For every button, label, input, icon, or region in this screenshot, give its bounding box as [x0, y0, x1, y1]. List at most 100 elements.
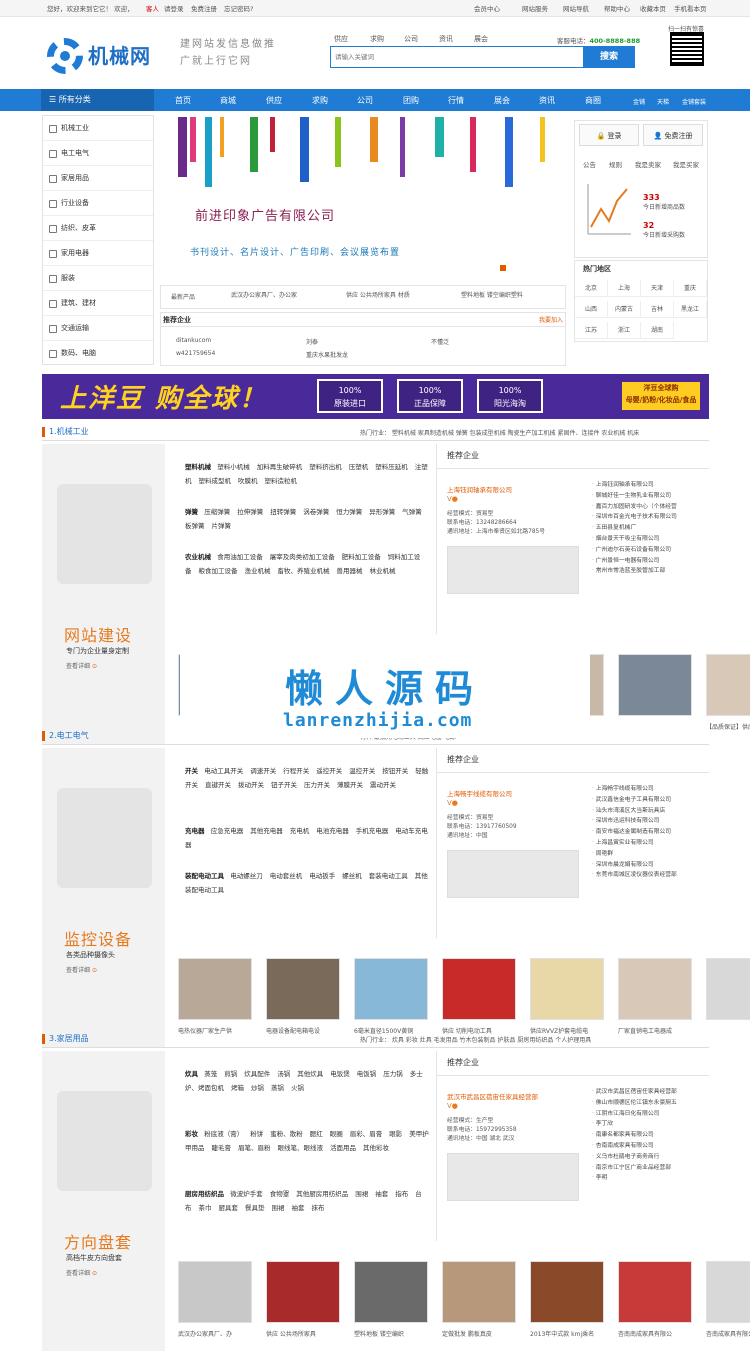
forgot-password-link[interactable]: 忘记密码? — [224, 3, 253, 13]
category-link[interactable]: 茶巾 — [199, 1204, 212, 1212]
sidebar-item-appliance[interactable]: 家用电器 — [43, 241, 153, 266]
category-link[interactable]: 蜜粉、散粉 — [270, 1130, 303, 1138]
promo-more[interactable]: 查看详细 ⊙ — [66, 965, 97, 974]
company-link[interactable]: 常州市常浩蓝圣胶管加工部 — [592, 566, 677, 577]
category-link[interactable]: 餐具垫 — [245, 1204, 265, 1212]
category-link[interactable]: 烤箱 — [231, 1084, 244, 1092]
category-link[interactable]: 腮红 — [310, 1130, 323, 1138]
search-input[interactable] — [331, 47, 581, 67]
recommend-item[interactable]: 刘泰 — [306, 337, 318, 346]
product-caption[interactable]: 供应 切削电动工具 — [442, 1026, 522, 1035]
category-link[interactable]: 塑料小机械 — [217, 463, 250, 471]
section-promo[interactable]: 方向盘套 高档牛皮方向盘套 查看详细 ⊙ — [42, 1051, 165, 1351]
city-item[interactable]: 山西 — [575, 301, 608, 318]
nav-home[interactable]: 首页 — [175, 95, 191, 106]
company-link[interactable]: 南康名都家具有限公司 — [592, 1130, 677, 1141]
category-link[interactable]: 电动套丝机 — [270, 872, 303, 880]
new-product-item[interactable]: 供应 公共场所家具 材质 — [346, 290, 410, 299]
mobile-link[interactable]: 手机看本页 — [674, 3, 707, 13]
section-promo[interactable]: 监控设备 各类品种摄像头 查看详细 ⊙ — [42, 748, 165, 1048]
tab-rules[interactable]: 规则 — [609, 159, 622, 169]
category-link[interactable]: 遥控开关 — [316, 767, 342, 775]
product-caption[interactable]: 供应 公共场所家具 — [266, 1329, 346, 1338]
category-link[interactable]: 加料再生破碎机 — [257, 463, 303, 471]
company-link[interactable]: 江阴市江海日化有限公司 — [592, 1109, 677, 1120]
category-link[interactable]: 肥料加工设备 — [342, 553, 381, 561]
login-button[interactable]: 🔒 登录 — [579, 124, 639, 146]
product-caption[interactable]: 武汉办公家具厂、办 — [178, 1329, 258, 1338]
category-link[interactable]: 塑料挤出机 — [309, 463, 342, 471]
product-caption[interactable]: 电热仪器厂家生产供 — [178, 1026, 258, 1035]
category-link[interactable]: 围裙 — [272, 1204, 285, 1212]
category-link[interactable]: 异形弹簧 — [369, 508, 395, 516]
city-item[interactable]: 湖南 — [641, 322, 674, 339]
nav-ladder[interactable]: 天梯 — [657, 97, 669, 106]
category-link[interactable]: 粉饼 — [250, 1130, 263, 1138]
category-link[interactable]: 塑料造粒机 — [265, 477, 298, 485]
nav-groupbuy[interactable]: 团购 — [403, 95, 419, 106]
nav-mall[interactable]: 商城 — [220, 95, 236, 106]
member-center-link[interactable]: 会员中心 — [474, 3, 500, 13]
category-link[interactable]: 压缩弹簧 — [204, 508, 230, 516]
all-categories-button[interactable]: ☰ 所有分类 — [41, 89, 154, 111]
category-heading[interactable]: 炊具 — [185, 1070, 198, 1078]
category-link[interactable]: 林业机械 — [370, 567, 396, 575]
tab-notice[interactable]: 公告 — [583, 159, 596, 169]
category-heading[interactable]: 充电器 — [185, 827, 205, 835]
product-thumbnail[interactable] — [530, 958, 604, 1020]
nav-expo[interactable]: 展会 — [494, 95, 510, 106]
search-tab-expo[interactable]: 展会 — [474, 34, 488, 44]
city-item[interactable]: 天津 — [641, 280, 674, 297]
product-caption[interactable]: 塑料地板 镂空编织 — [354, 1329, 434, 1338]
category-link[interactable]: 抹布 — [312, 1204, 325, 1212]
section-hot-links[interactable]: 热门行业： 塑料机械 家具制造机械 弹簧 包装成型机械 陶瓷生产加工机械 紧固件… — [360, 428, 639, 437]
category-link[interactable]: 屠宰及肉类初加工设备 — [270, 553, 335, 561]
category-link[interactable]: 畜牧、养殖业机械 — [278, 567, 330, 575]
category-link[interactable]: 温控开关 — [349, 767, 375, 775]
category-link[interactable]: 眼影 — [389, 1130, 402, 1138]
category-link[interactable]: 调速开关 — [250, 767, 276, 775]
company-photo[interactable] — [447, 546, 579, 594]
company-link[interactable]: 东莞市南城区凌仪器仪表经营部 — [592, 870, 677, 881]
register-button[interactable]: 👤 免费注册 — [643, 124, 703, 146]
category-link[interactable]: 行程开关 — [283, 767, 309, 775]
city-item[interactable]: 吉林 — [641, 301, 674, 318]
tab-seller[interactable]: 我是卖家 — [635, 159, 661, 169]
section-title[interactable]: 1.机械工业 — [42, 427, 89, 437]
category-link[interactable]: 厨具套 — [219, 1204, 239, 1212]
sidebar-item-clothing[interactable]: 服装 — [43, 266, 153, 291]
product-thumbnail[interactable] — [618, 958, 692, 1020]
sidebar-item-textile[interactable]: 纺织、皮革 — [43, 216, 153, 241]
category-link[interactable]: 眉彩、眉膏 — [350, 1130, 383, 1138]
category-heading[interactable]: 开关 — [185, 767, 198, 775]
nav-news[interactable]: 资讯 — [539, 95, 555, 106]
promo-more[interactable]: 查看详细 ⊙ — [66, 1268, 97, 1277]
category-heading[interactable]: 弹簧 — [185, 508, 198, 516]
sidebar-item-electrical[interactable]: 电工电气 — [43, 141, 153, 166]
sidebar-item-equipment[interactable]: 行业设备 — [43, 191, 153, 216]
category-link[interactable]: 眼圈 — [330, 1130, 343, 1138]
category-heading[interactable]: 彩妆 — [185, 1130, 198, 1138]
category-link[interactable]: 指布 — [395, 1190, 408, 1198]
section-promo[interactable]: 网站建设 专门为企业量身定制 查看详细 ⊙ — [42, 444, 165, 744]
category-link[interactable]: 震动开关 — [370, 781, 396, 789]
category-link[interactable]: 充电机 — [290, 827, 310, 835]
product-thumbnail[interactable] — [266, 1261, 340, 1323]
hero-banner[interactable]: 前进印象广告有限公司 书刊设计、名片设计、广告印刷、会议展览布置 — [160, 117, 566, 282]
company-link[interactable]: 杏南南成家具有限公司 — [592, 1141, 677, 1152]
category-link[interactable]: 眼线笔、眼线液 — [278, 1144, 324, 1152]
category-link[interactable]: 吹膜机 — [238, 477, 258, 485]
company-link[interactable]: 烟台景天干吸尘有限公司 — [592, 534, 677, 545]
product-thumbnail[interactable] — [178, 1261, 252, 1323]
company-link[interactable]: 上海畅宇线缆有限公司 — [592, 784, 677, 795]
category-link[interactable]: 钮子开关 — [271, 781, 297, 789]
city-item[interactable]: 北京 — [575, 280, 608, 297]
section-title[interactable]: 2.电工电气 — [42, 731, 89, 741]
company-link[interactable]: 广州迪尔石英石设备有限公司 — [592, 545, 677, 556]
sidebar-item-home[interactable]: 家居用品 — [43, 166, 153, 191]
category-link[interactable]: 塑料成型机 — [199, 477, 232, 485]
company-link[interactable]: 广州景恒一电器有限公司 — [592, 556, 677, 567]
register-link[interactable]: 免费注册 — [191, 3, 217, 13]
join-link[interactable]: 我要加入 — [539, 315, 563, 324]
promo-more[interactable]: 查看详细 ⊙ — [66, 661, 97, 670]
